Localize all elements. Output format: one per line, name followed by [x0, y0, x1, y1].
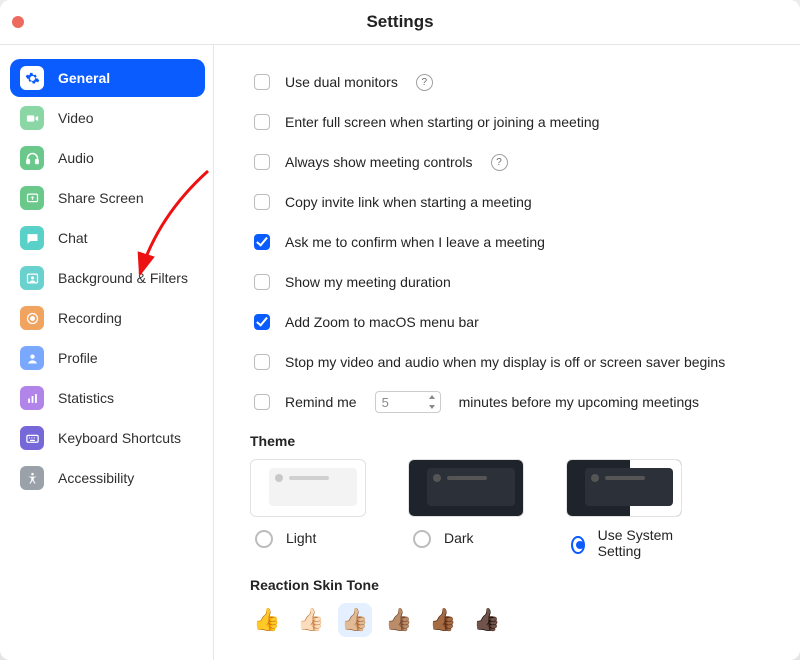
theme-group: Light Dark — [250, 459, 776, 559]
help-icon[interactable]: ? — [491, 154, 508, 171]
remind-minutes-stepper[interactable]: 5 — [375, 391, 441, 413]
radio-theme-light[interactable] — [255, 530, 273, 548]
checkbox-remind[interactable] — [254, 394, 270, 410]
option-label: Always show meeting controls — [285, 154, 473, 170]
sidebar-item-chat[interactable]: Chat — [10, 219, 205, 257]
sidebar-item-label: General — [58, 70, 110, 86]
share-screen-icon — [20, 186, 44, 210]
sidebar-item-background-filters[interactable]: Background & Filters — [10, 259, 205, 297]
theme-thumb-dark — [408, 459, 524, 517]
skintone-2[interactable]: 👍🏼 — [338, 603, 372, 637]
option-label: Add Zoom to macOS menu bar — [285, 314, 479, 330]
accessibility-icon — [20, 466, 44, 490]
skintone-3[interactable]: 👍🏽 — [382, 603, 416, 637]
sidebar-item-general[interactable]: General — [10, 59, 205, 97]
checkbox-confirm-leave[interactable] — [254, 234, 270, 250]
sidebar-item-label: Video — [58, 110, 94, 126]
radio-theme-dark[interactable] — [413, 530, 431, 548]
sidebar-item-label: Profile — [58, 350, 98, 366]
checkbox-menubar[interactable] — [254, 314, 270, 330]
sidebar-item-label: Accessibility — [58, 470, 134, 486]
skintone-group: 👍 👍🏻 👍🏼 👍🏽 👍🏾 👍🏿 — [250, 603, 776, 637]
theme-label: Light — [286, 530, 316, 546]
sidebar-item-share-screen[interactable]: Share Screen — [10, 179, 205, 217]
profile-icon — [20, 346, 44, 370]
sidebar-item-accessibility[interactable]: Accessibility — [10, 459, 205, 497]
radio-theme-system[interactable] — [571, 536, 585, 554]
sidebar-item-label: Audio — [58, 150, 94, 166]
close-icon[interactable] — [12, 16, 24, 28]
sidebar-item-audio[interactable]: Audio — [10, 139, 205, 177]
keyboard-icon — [20, 426, 44, 450]
checkbox-stop-av[interactable] — [254, 354, 270, 370]
sidebar-item-statistics[interactable]: Statistics — [10, 379, 205, 417]
theme-label: Dark — [444, 530, 474, 546]
record-icon — [20, 306, 44, 330]
sidebar-item-recording[interactable]: Recording — [10, 299, 205, 337]
checkbox-dual-monitors[interactable] — [254, 74, 270, 90]
sidebar-item-profile[interactable]: Profile — [10, 339, 205, 377]
main-panel: Use dual monitors ? Enter full screen wh… — [214, 45, 800, 660]
theme-option-dark[interactable]: Dark — [408, 459, 524, 559]
checkbox-copy-link[interactable] — [254, 194, 270, 210]
option-label-post: minutes before my upcoming meetings — [459, 394, 699, 410]
theme-label: Use System Setting — [598, 527, 682, 559]
skintone-1[interactable]: 👍🏻 — [294, 603, 328, 637]
headphones-icon — [20, 146, 44, 170]
option-label: Show my meeting duration — [285, 274, 451, 290]
option-label: Use dual monitors — [285, 74, 398, 90]
skintone-4[interactable]: 👍🏾 — [426, 603, 460, 637]
theme-option-light[interactable]: Light — [250, 459, 366, 559]
skintone-5[interactable]: 👍🏿 — [470, 603, 504, 637]
skintone-heading: Reaction Skin Tone — [250, 577, 776, 593]
option-label: Enter full screen when starting or joini… — [285, 114, 599, 130]
theme-thumb-system — [566, 459, 682, 517]
theme-heading: Theme — [250, 433, 776, 449]
theme-thumb-light — [250, 459, 366, 517]
sidebar-item-video[interactable]: Video — [10, 99, 205, 137]
sidebar-item-label: Statistics — [58, 390, 114, 406]
help-icon[interactable]: ? — [416, 74, 433, 91]
settings-window: Settings General Video Audio — [0, 0, 800, 660]
checkbox-fullscreen[interactable] — [254, 114, 270, 130]
chat-icon — [20, 226, 44, 250]
background-icon — [20, 266, 44, 290]
checkbox-duration[interactable] — [254, 274, 270, 290]
sidebar-item-label: Background & Filters — [58, 270, 188, 286]
sidebar: General Video Audio Share Screen — [0, 45, 214, 660]
sidebar-item-label: Share Screen — [58, 190, 144, 206]
option-label-pre: Remind me — [285, 394, 357, 410]
checkbox-show-controls[interactable] — [254, 154, 270, 170]
theme-option-system[interactable]: Use System Setting — [566, 459, 682, 559]
stats-icon — [20, 386, 44, 410]
option-label: Stop my video and audio when my display … — [285, 354, 725, 370]
sidebar-item-label: Recording — [58, 310, 122, 326]
titlebar: Settings — [0, 0, 800, 45]
option-label: Ask me to confirm when I leave a meeting — [285, 234, 545, 250]
option-label: Copy invite link when starting a meeting — [285, 194, 532, 210]
window-controls — [12, 16, 24, 28]
sidebar-item-label: Chat — [58, 230, 88, 246]
sidebar-item-keyboard-shortcuts[interactable]: Keyboard Shortcuts — [10, 419, 205, 457]
video-icon — [20, 106, 44, 130]
gear-icon — [20, 66, 44, 90]
window-title: Settings — [366, 12, 433, 32]
sidebar-item-label: Keyboard Shortcuts — [58, 430, 181, 446]
skintone-0[interactable]: 👍 — [250, 603, 284, 637]
